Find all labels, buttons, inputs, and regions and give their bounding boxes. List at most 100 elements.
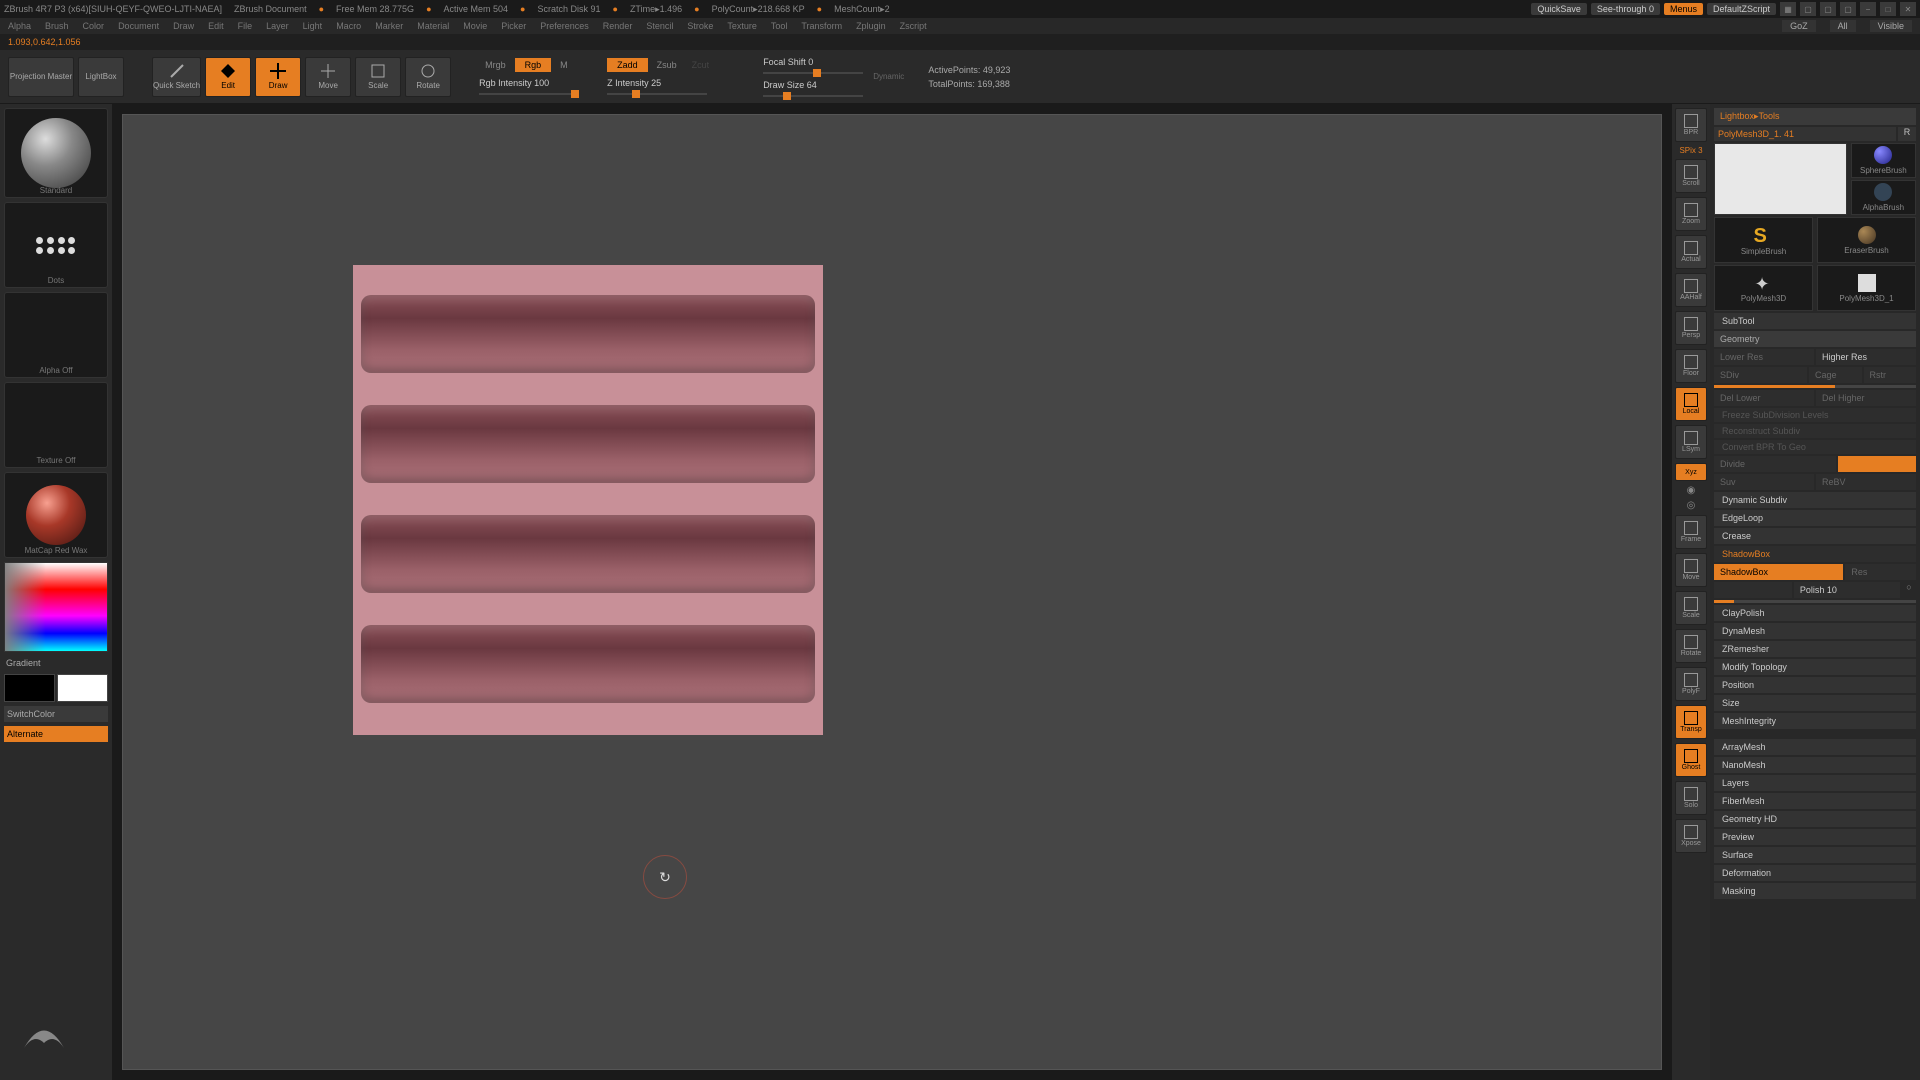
divide-button[interactable]: Divide <box>1714 456 1836 472</box>
minimize-icon[interactable]: − <box>1860 2 1876 16</box>
mrgb-toggle[interactable]: Mrgb <box>479 58 512 72</box>
win-icon[interactable]: ▦ <box>1780 2 1796 16</box>
nanomesh-section[interactable]: NanoMesh <box>1714 757 1916 773</box>
brush-slot[interactable]: Standard <box>4 108 108 198</box>
higher-res-button[interactable]: Higher Res <box>1816 349 1916 365</box>
menu-render[interactable]: Render <box>603 21 633 31</box>
edit-button[interactable]: Edit <box>205 57 251 97</box>
position-section[interactable]: Position <box>1714 677 1916 693</box>
edgeloop-section[interactable]: EdgeLoop <box>1714 510 1916 526</box>
menu-texture[interactable]: Texture <box>727 21 757 31</box>
seethrough-slider[interactable]: See-through 0 <box>1591 3 1660 15</box>
dynamic-subdiv-section[interactable]: Dynamic Subdiv <box>1714 492 1916 508</box>
zoom-button[interactable]: Zoom <box>1675 197 1707 231</box>
win-icon[interactable]: ▢ <box>1840 2 1856 16</box>
scale-nav-button[interactable]: Scale <box>1675 591 1707 625</box>
preview-section[interactable]: Preview <box>1714 829 1916 845</box>
color-swatches[interactable] <box>4 674 108 702</box>
fibermesh-section[interactable]: FiberMesh <box>1714 793 1916 809</box>
material-slot[interactable]: MatCap Red Wax <box>4 472 108 558</box>
menu-brush[interactable]: Brush <box>45 21 69 31</box>
menu-zplugin[interactable]: Zplugin <box>856 21 886 31</box>
move-button[interactable]: Move <box>305 57 351 97</box>
menu-file[interactable]: File <box>238 21 253 31</box>
default-zscript[interactable]: DefaultZScript <box>1707 3 1776 15</box>
local-button[interactable]: Local <box>1675 387 1707 421</box>
tool-name[interactable]: PolyMesh3D_1. 41 <box>1714 127 1896 141</box>
menu-edit[interactable]: Edit <box>208 21 224 31</box>
geometry-hd-section[interactable]: Geometry HD <box>1714 811 1916 827</box>
win-icon[interactable]: ▢ <box>1800 2 1816 16</box>
m-icon[interactable]: ◉ <box>1687 485 1696 496</box>
menu-layer[interactable]: Layer <box>266 21 289 31</box>
zadd-toggle[interactable]: Zadd <box>607 58 648 72</box>
color-picker[interactable] <box>4 562 108 652</box>
m-toggle[interactable]: M <box>554 58 574 72</box>
rotate-nav-button[interactable]: Rotate <box>1675 629 1707 663</box>
menu-light[interactable]: Light <box>303 21 323 31</box>
z-intensity-slider[interactable]: Z Intensity 25 <box>607 78 715 95</box>
subtool-section[interactable]: SubTool <box>1714 313 1916 329</box>
shadowbox-section[interactable]: ShadowBox <box>1714 546 1916 562</box>
tool-polymesh3d[interactable]: ✦ PolyMesh3D <box>1714 265 1813 311</box>
rgb-toggle[interactable]: Rgb <box>515 58 552 72</box>
menu-zscript[interactable]: Zscript <box>900 21 927 31</box>
menu-macro[interactable]: Macro <box>336 21 361 31</box>
masking-section[interactable]: Masking <box>1714 883 1916 899</box>
draw-size-slider[interactable]: Draw Size 64 <box>763 80 863 97</box>
tool-eraserbrush[interactable]: EraserBrush <box>1817 217 1916 263</box>
menu-tool[interactable]: Tool <box>771 21 788 31</box>
shadowbox-button[interactable]: ShadowBox <box>1714 564 1843 580</box>
xyz-button[interactable]: Xyz <box>1675 463 1707 481</box>
r-button[interactable]: R <box>1898 127 1916 141</box>
suv-button[interactable]: Suv <box>1714 474 1814 490</box>
bpr-button[interactable]: BPR <box>1675 108 1707 142</box>
convert-bpr-button[interactable]: Convert BPR To Geo <box>1714 440 1916 454</box>
persp-button[interactable]: Persp <box>1675 311 1707 345</box>
size-section[interactable]: Size <box>1714 695 1916 711</box>
projection-master-button[interactable]: Projection Master <box>8 57 74 97</box>
alternate-button[interactable]: Alternate <box>4 726 108 742</box>
visible-button[interactable]: Visible <box>1870 20 1912 32</box>
arraymesh-section[interactable]: ArrayMesh <box>1714 739 1916 755</box>
menus-button[interactable]: Menus <box>1664 3 1703 15</box>
layers-section[interactable]: Layers <box>1714 775 1916 791</box>
all-button[interactable]: All <box>1830 20 1856 32</box>
scale-button[interactable]: Scale <box>355 57 401 97</box>
sdiv-slider[interactable]: SDiv <box>1714 367 1807 383</box>
surface-section[interactable]: Surface <box>1714 847 1916 863</box>
menu-stroke[interactable]: Stroke <box>687 21 713 31</box>
document-canvas[interactable] <box>122 114 1662 1070</box>
menu-alpha[interactable]: Alpha <box>8 21 31 31</box>
rstr-button[interactable]: Rstr <box>1864 367 1917 383</box>
texture-slot[interactable]: Texture Off <box>4 382 108 468</box>
deformation-section[interactable]: Deformation <box>1714 865 1916 881</box>
draw-button[interactable]: Draw <box>255 57 301 97</box>
polyf-button[interactable]: PolyF <box>1675 667 1707 701</box>
menu-document[interactable]: Document <box>118 21 159 31</box>
actual-button[interactable]: Actual <box>1675 235 1707 269</box>
cage-button[interactable]: Cage <box>1809 367 1862 383</box>
del-lower-button[interactable]: Del Lower <box>1714 390 1814 406</box>
claypolish-section[interactable]: ClayPolish <box>1714 605 1916 621</box>
quick-sketch-button[interactable]: Quick Sketch <box>152 57 201 97</box>
move-nav-button[interactable]: Move <box>1675 553 1707 587</box>
rebv-button[interactable]: ReBV <box>1816 474 1916 490</box>
geometry-header[interactable]: Geometry <box>1714 331 1916 347</box>
scroll-button[interactable]: Scroll <box>1675 159 1707 193</box>
maximize-icon[interactable]: □ <box>1880 2 1896 16</box>
transp-button[interactable]: Transp <box>1675 705 1707 739</box>
solo-button[interactable]: Solo <box>1675 781 1707 815</box>
spix-slider[interactable]: SPix 3 <box>1679 146 1702 155</box>
current-tool-preview[interactable] <box>1714 143 1847 215</box>
lsym-button[interactable]: LSym <box>1675 425 1707 459</box>
dynamesh-section[interactable]: DynaMesh <box>1714 623 1916 639</box>
menu-picker[interactable]: Picker <box>501 21 526 31</box>
goz-button[interactable]: GoZ <box>1782 20 1816 32</box>
alpha-slot[interactable]: Alpha Off <box>4 292 108 378</box>
floor-button[interactable]: Floor <box>1675 349 1707 383</box>
zsub-toggle[interactable]: Zsub <box>651 58 683 72</box>
tool-simplebrush[interactable]: S SimpleBrush <box>1714 217 1813 263</box>
lightbox-button[interactable]: LightBox <box>78 57 124 97</box>
xpose-button[interactable]: Xpose <box>1675 819 1707 853</box>
